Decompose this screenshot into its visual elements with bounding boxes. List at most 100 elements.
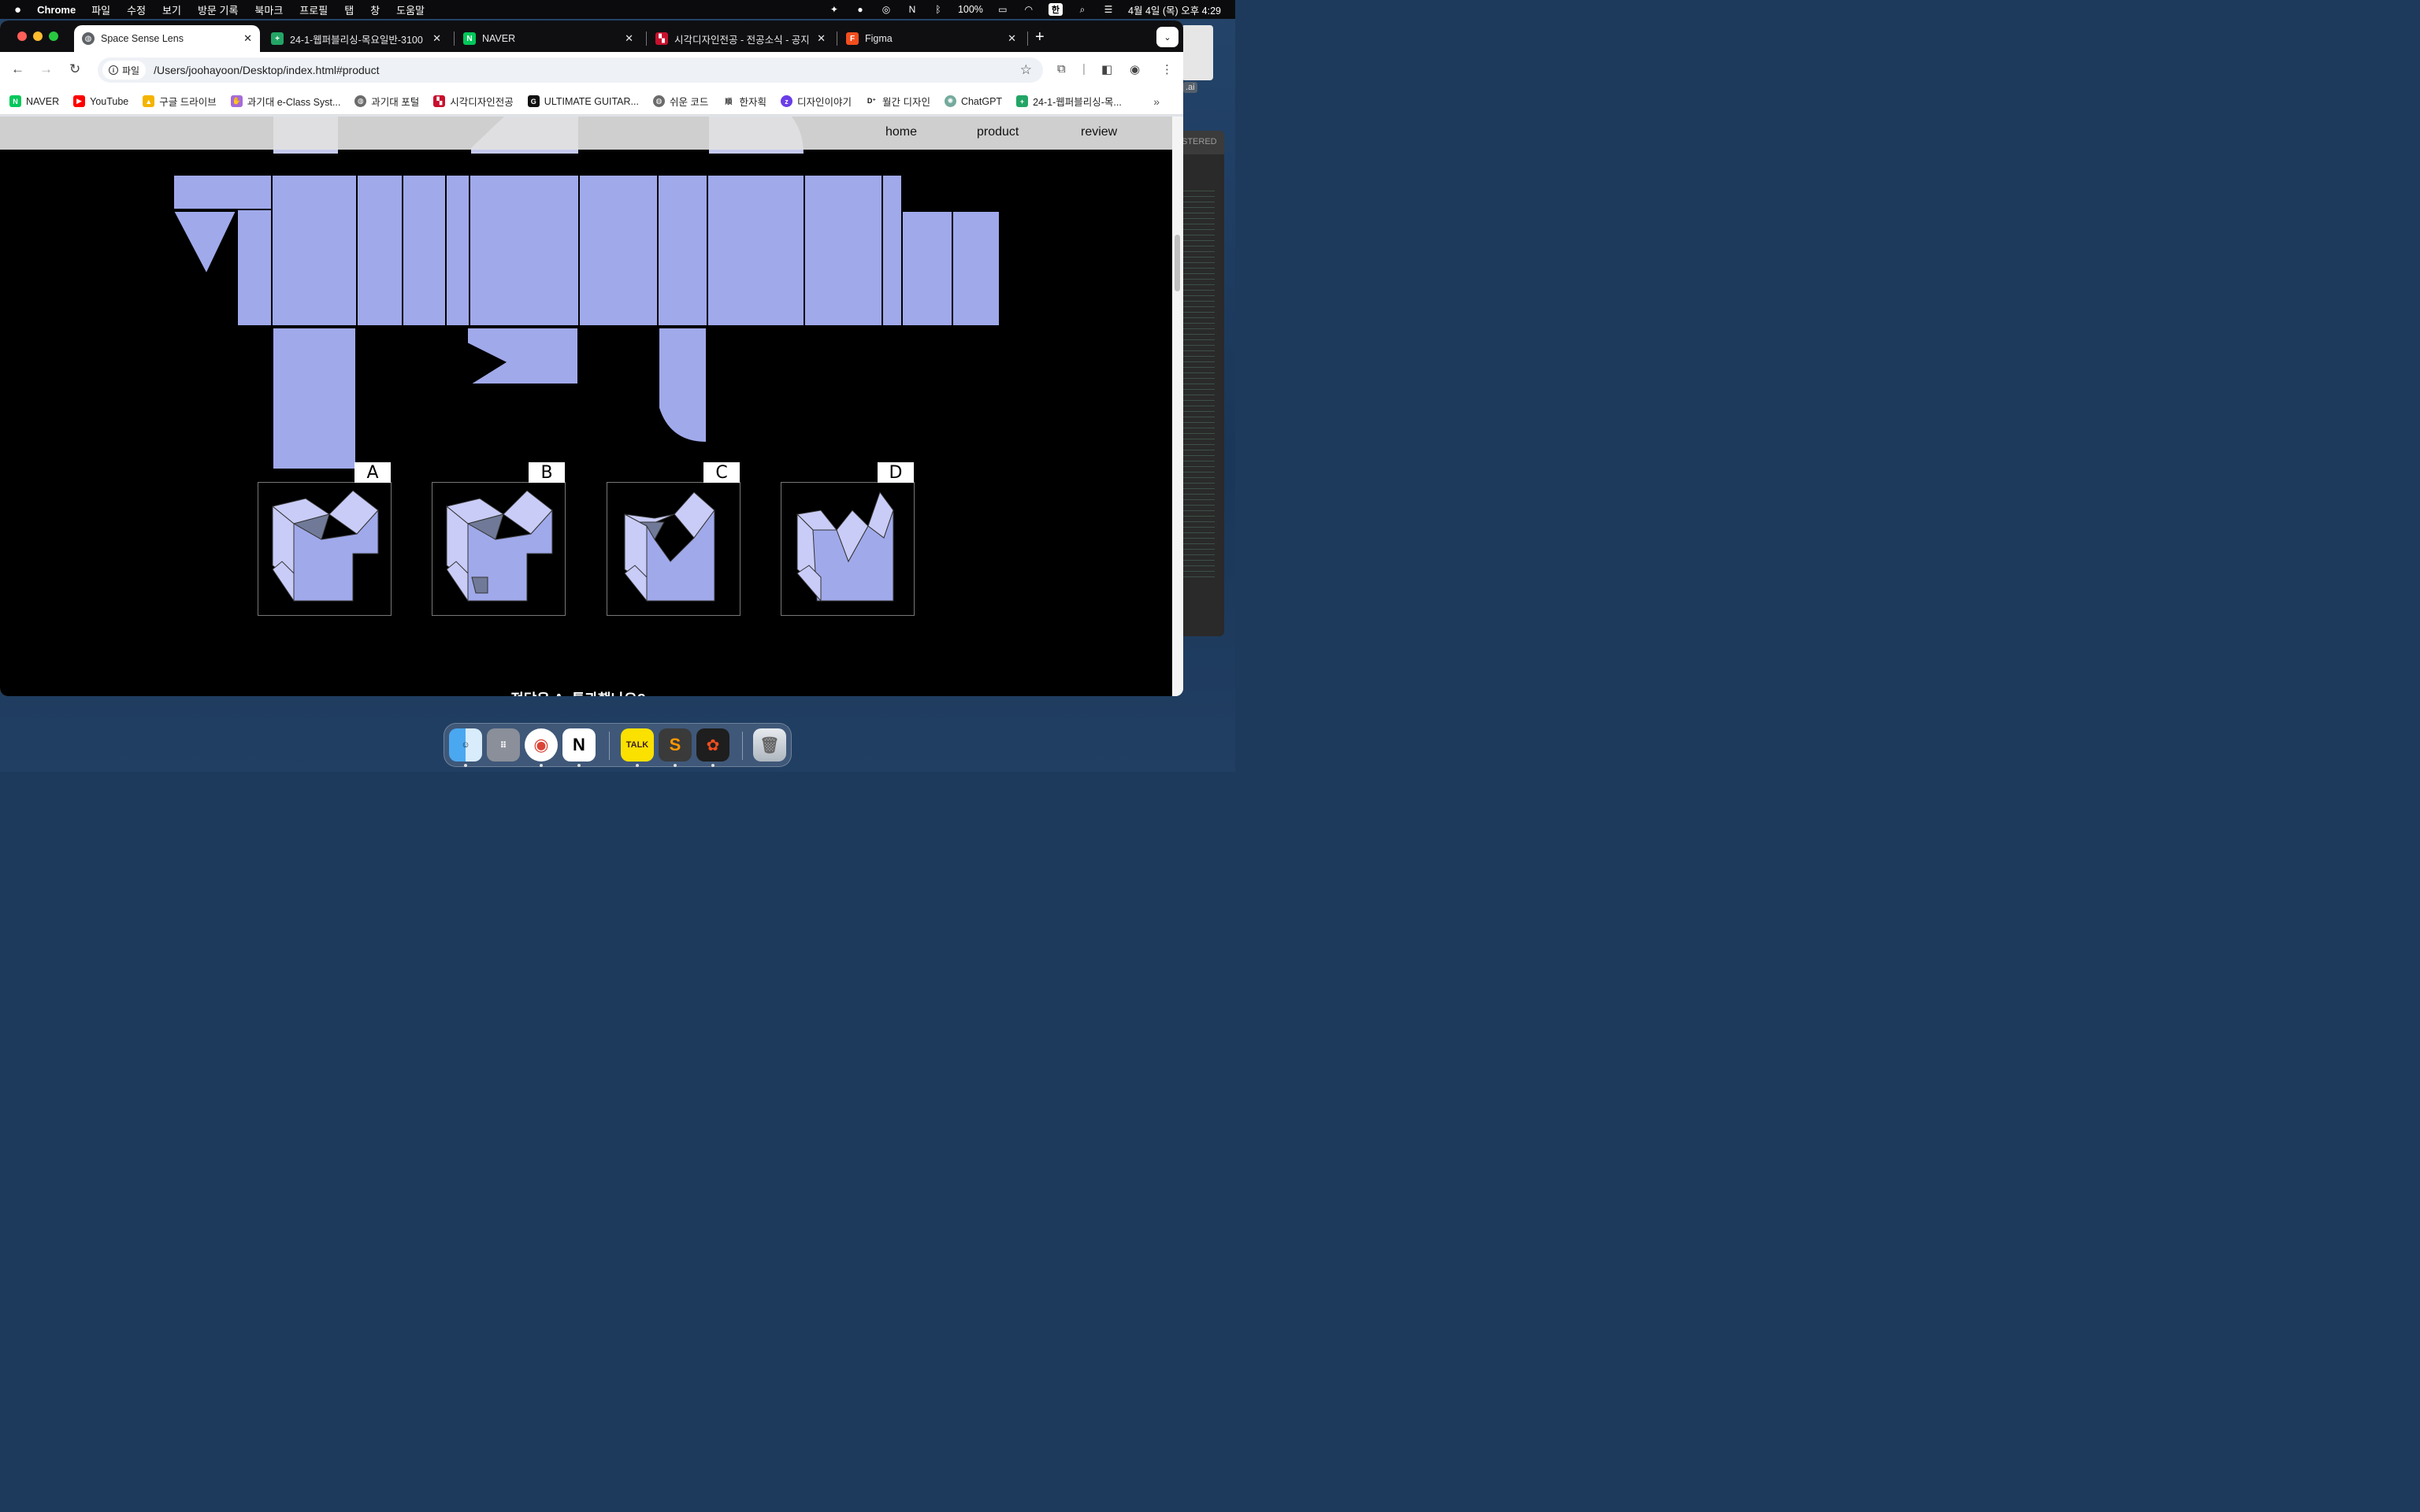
tab-visual-design-notice[interactable]: ▚ 시각디자인전공 - 전공소식 - 공지사 ✕: [648, 25, 833, 52]
menu-bookmarks[interactable]: 북마크: [254, 2, 283, 17]
bluetooth-icon[interactable]: ᛒ: [932, 4, 945, 15]
menu-help[interactable]: 도움말: [396, 2, 425, 17]
trash-icon[interactable]: 🗑: [753, 728, 786, 762]
bookmark-monthly-design[interactable]: D⁺ 월간 디자인: [865, 94, 930, 109]
menu-history[interactable]: 방문 기록: [198, 2, 238, 17]
close-tab-icon[interactable]: ✕: [1008, 32, 1016, 45]
close-tab-icon[interactable]: ✕: [243, 32, 252, 45]
new-tab-button[interactable]: +: [1035, 28, 1045, 46]
launchpad-icon[interactable]: ⠿: [487, 728, 520, 762]
dock-separator: [609, 732, 610, 760]
bookmark-design-story[interactable]: z 디자인이야기: [780, 94, 852, 109]
side-panel-icon[interactable]: ◧: [1101, 62, 1112, 76]
bookmark-hanja[interactable]: 順 한자획: [722, 94, 766, 109]
figma-status-icon[interactable]: ✦: [828, 4, 841, 15]
spotlight-search-icon[interactable]: ⌕: [1076, 4, 1089, 15]
wifi-icon[interactable]: ◠: [1023, 4, 1035, 15]
input-method-badge[interactable]: 한: [1048, 3, 1063, 16]
apple-icon[interactable]: ●: [14, 3, 21, 17]
bookmark-easy-code[interactable]: ◍ 쉬운 코드: [652, 94, 708, 109]
net-face-bottom-2: [466, 327, 579, 385]
notion-status-icon[interactable]: N: [906, 4, 919, 15]
close-tab-icon[interactable]: ✕: [817, 32, 826, 45]
forward-arrow-icon[interactable]: →: [39, 61, 53, 77]
bookmark-ultimate-guitar[interactable]: G ULTIMATE GUITAR...: [527, 95, 639, 107]
nav-home-link[interactable]: home: [885, 125, 917, 139]
zoom-window-icon[interactable]: [49, 32, 58, 41]
menu-edit[interactable]: 수정: [127, 2, 146, 17]
menu-profiles[interactable]: 프로필: [299, 2, 328, 17]
menu-view[interactable]: 보기: [162, 2, 181, 17]
menu-window[interactable]: 창: [370, 2, 380, 17]
chrome-icon[interactable]: ◉: [525, 728, 558, 762]
option-c-card[interactable]: C: [607, 462, 740, 616]
option-d-label: D: [878, 462, 914, 483]
close-tab-icon[interactable]: ✕: [625, 32, 633, 45]
back-arrow-icon[interactable]: ←: [11, 61, 24, 77]
bookmark-youtube[interactable]: ▶ YouTube: [73, 95, 128, 107]
tab-title: 시각디자인전공 - 전공소식 - 공지사: [674, 34, 808, 46]
bookmark-eclass[interactable]: ✋ 과기대 e-Class Syst...: [230, 94, 340, 109]
tab-naver[interactable]: N NAVER ✕: [455, 25, 641, 52]
tab-search-chevron-icon[interactable]: ⌄: [1156, 27, 1178, 47]
bookmark-naver[interactable]: N NAVER: [9, 95, 59, 107]
window-controls: [17, 32, 58, 41]
option-a-shape: [271, 490, 379, 602]
option-d-card[interactable]: D: [781, 462, 915, 616]
reload-icon[interactable]: ↻: [69, 61, 80, 77]
close-window-icon[interactable]: [17, 32, 27, 41]
bookmark-star-icon[interactable]: ☆: [1020, 62, 1032, 78]
bookmark-portal[interactable]: ◍ 과기대 포털: [354, 94, 419, 109]
creative-cloud-icon[interactable]: ◎: [880, 4, 893, 15]
bookmark-visual-design[interactable]: ▚ 시각디자인전공: [433, 94, 514, 109]
scrollbar-thumb[interactable]: [1175, 235, 1180, 291]
kakaotalk-icon[interactable]: TALK: [621, 728, 654, 762]
bookmark-label: ULTIMATE GUITAR...: [544, 95, 639, 107]
bookmark-google-drive[interactable]: ▲ 구글 드라이브: [143, 94, 217, 109]
site-header: home product review: [0, 117, 1172, 150]
address-bar[interactable]: i 파일 /Users/joohayoon/Desktop/index.html…: [98, 57, 1043, 83]
tab-space-sense-lens[interactable]: ◍ Space Sense Lens ✕: [74, 25, 260, 52]
desktop-file-icon[interactable]: [1182, 25, 1213, 80]
nav-review-link[interactable]: review: [1081, 125, 1117, 139]
minimize-window-icon[interactable]: [33, 32, 43, 41]
profile-avatar-icon[interactable]: ◉: [1130, 62, 1140, 76]
menubar-clock[interactable]: 4월 4일 (목) 오후 4:29: [1128, 2, 1221, 17]
net-face-bottom-3: [658, 327, 707, 444]
running-indicator: [577, 764, 581, 767]
chat-bubble-icon[interactable]: ●: [854, 4, 867, 15]
tab-title: Space Sense Lens: [101, 33, 184, 44]
tab-strip: ◍ Space Sense Lens ✕ + 24-1-웹퍼블리싱-목요일반-3…: [0, 20, 1183, 52]
d-plus-icon: D⁺: [865, 95, 878, 107]
tab-webpublishing-sheet[interactable]: + 24-1-웹퍼블리싱-목요일반-3100 ✕: [263, 25, 449, 52]
net-face-left: [236, 209, 273, 327]
nav-product-link[interactable]: product: [977, 125, 1019, 139]
close-tab-icon[interactable]: ✕: [432, 32, 441, 45]
finder-icon[interactable]: ☺: [449, 728, 482, 762]
tab-figma[interactable]: F Figma ✕: [838, 25, 1024, 52]
menu-file[interactable]: 파일: [91, 2, 110, 17]
bookmarks-overflow-icon[interactable]: »: [1153, 95, 1160, 108]
net-face-3: [402, 174, 447, 327]
page-scrollbar[interactable]: [1172, 117, 1183, 696]
net-triangle-face: [172, 210, 238, 276]
option-b-card[interactable]: B: [432, 462, 566, 616]
control-center-icon[interactable]: ☰: [1102, 4, 1115, 15]
menubar-app-name[interactable]: Chrome: [37, 4, 76, 16]
url-text[interactable]: /Users/joohayoon/Desktop/index.html#prod…: [154, 64, 379, 76]
bookmark-label: 디자인이야기: [796, 97, 852, 108]
extensions-puzzle-icon[interactable]: ⧉: [1057, 62, 1066, 76]
notion-icon[interactable]: N: [562, 728, 596, 762]
bookmark-chatgpt[interactable]: ✺ ChatGPT: [944, 95, 1002, 107]
option-a-card[interactable]: A: [258, 462, 392, 616]
figma-icon[interactable]: ✿: [696, 728, 729, 762]
sublime-icon[interactable]: S: [659, 728, 692, 762]
site-info-chip[interactable]: i 파일: [102, 61, 147, 80]
guitar-icon: G: [527, 95, 540, 107]
bookmark-webpublishing-sheet[interactable]: +24-1-웹퍼블리싱-목...: [1016, 94, 1122, 109]
menu-tab[interactable]: 탭: [344, 2, 354, 17]
more-menu-icon[interactable]: ⋮: [1161, 62, 1173, 76]
net-face-6: [578, 174, 659, 327]
battery-icon[interactable]: ▭: [997, 4, 1009, 15]
background-editor-window[interactable]: STERED: [1178, 131, 1224, 636]
